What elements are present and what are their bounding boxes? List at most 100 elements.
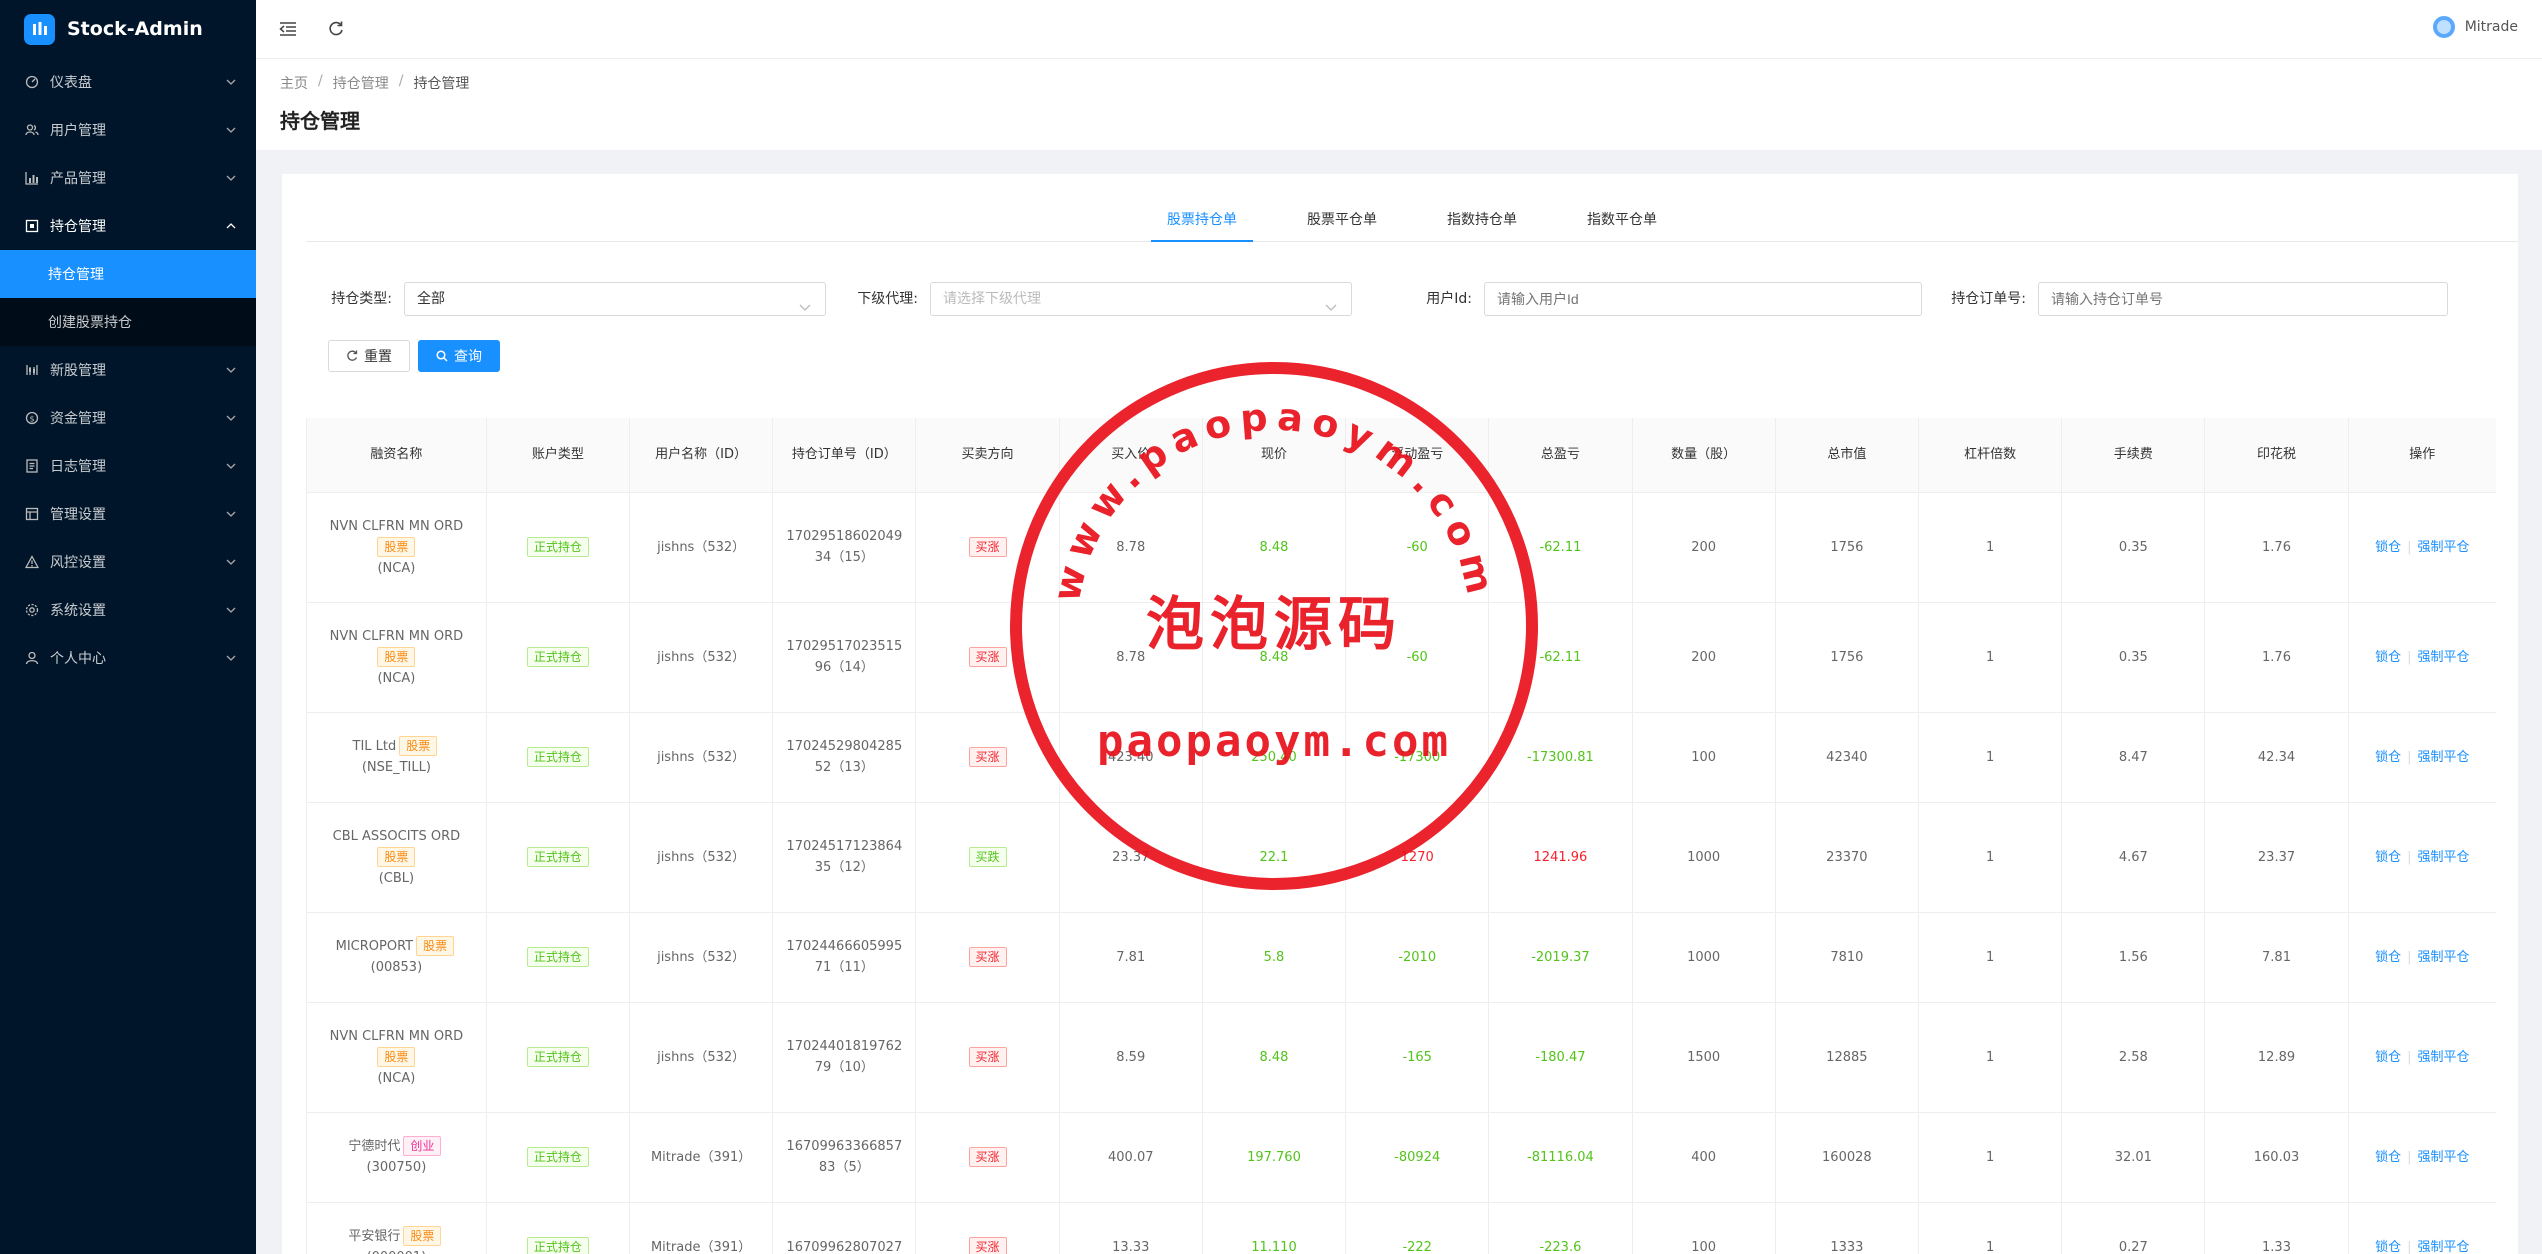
column-header: 用户名称（ID） [629, 418, 774, 493]
sidebar-item-risk-settings[interactable]: 风控设置 [0, 538, 256, 586]
position-type-select[interactable]: 全部 [404, 282, 826, 316]
cell-user: Mitrade（391） [629, 1202, 774, 1254]
table-row: NVN CLFRN MN ORD股票 (NCA) 正式持仓 jishns（532） 17… [307, 492, 2496, 603]
cell-market-value: 42340 [1775, 712, 1919, 803]
tab-stock-positions[interactable]: 股票持仓单 [1151, 204, 1253, 242]
lock-position-link[interactable]: 锁仓 [2375, 1240, 2401, 1254]
force-close-link[interactable]: 强制平仓 [2418, 750, 2470, 765]
chart-icon [24, 170, 40, 186]
force-close-link[interactable]: 强制平仓 [2418, 650, 2470, 665]
agent-select[interactable]: 请选择下级代理 [930, 282, 1352, 316]
stock-code: (NCA) [377, 1070, 416, 1086]
stock-code: (NCA) [377, 560, 416, 576]
order-number: 17024529804285 [786, 739, 903, 754]
cell-floating-pnl: -60 [1345, 492, 1490, 603]
cell-account-type: 正式持仓 [486, 712, 631, 803]
lock-position-link[interactable]: 锁仓 [2375, 650, 2401, 665]
tab-index-closed[interactable]: 指数平仓单 [1571, 204, 1673, 242]
cell-direction: 买涨 [915, 912, 1060, 1003]
force-close-link[interactable]: 强制平仓 [2418, 1150, 2470, 1165]
position-type-label: 持仓类型: [331, 291, 392, 307]
sidebar-item-ipo[interactable]: 新股管理 [0, 346, 256, 394]
cell-market-value: 23370 [1775, 802, 1919, 913]
cell-floating-pnl: -17300 [1345, 712, 1490, 803]
top-header: Mitrade [256, 0, 2542, 58]
cell-buy-price: 23.37 [1059, 802, 1203, 913]
cell-user: Mitrade（391） [629, 1112, 774, 1203]
stock-name: NVN CLFRN MN ORD [329, 628, 464, 644]
reset-icon [347, 350, 358, 361]
force-close-link[interactable]: 强制平仓 [2418, 1240, 2470, 1254]
cell-total-pnl: -223.6 [1488, 1202, 1633, 1254]
cell-order: 17024466605995 71（11） [772, 912, 917, 1003]
action-divider: | [2407, 1149, 2412, 1165]
user-id-input[interactable] [1484, 282, 1922, 316]
sidebar-item-products[interactable]: 产品管理 [0, 154, 256, 202]
sidebar-item-funds[interactable]: $ 资金管理 [0, 394, 256, 442]
order-number-input[interactable] [2038, 282, 2448, 316]
stock-type-badge: 创业 [403, 1136, 442, 1156]
force-close-link[interactable]: 强制平仓 [2418, 850, 2470, 865]
sidebar-item-dashboard[interactable]: 仪表盘 [0, 58, 256, 106]
cell-leverage: 1 [1918, 1202, 2063, 1254]
content-card: 股票持仓单 股票平仓单 指数持仓单 指数平仓单 持仓类型: 全部 下级代理: 请… [282, 174, 2518, 1254]
force-close-link[interactable]: 强制平仓 [2418, 950, 2470, 965]
breadcrumb-positions[interactable]: 持仓管理 [333, 73, 389, 93]
force-close-link[interactable]: 强制平仓 [2418, 540, 2470, 555]
cell-current-price: 8.48 [1202, 1002, 1347, 1113]
cell-fee: 4.67 [2061, 802, 2206, 913]
cell-total-pnl: -62.11 [1488, 492, 1633, 603]
sidebar-subitem-position-management[interactable]: 持仓管理 [0, 250, 256, 298]
force-close-link[interactable]: 强制平仓 [2418, 1050, 2470, 1065]
order-id: 35（12） [814, 860, 874, 875]
cell-floating-pnl: -60 [1345, 602, 1490, 713]
action-divider: | [2407, 539, 2412, 555]
cell-actions: 锁仓 | 强制平仓 [2348, 1112, 2496, 1203]
lock-position-link[interactable]: 锁仓 [2375, 850, 2401, 865]
breadcrumb-home[interactable]: 主页 [280, 73, 308, 93]
column-header: 买卖方向 [915, 418, 1060, 493]
cell-total-pnl: -2019.37 [1488, 912, 1633, 1003]
column-header: 融资名称 [307, 418, 487, 493]
cell-direction: 买涨 [915, 602, 1060, 713]
sidebar-item-profile[interactable]: 个人中心 [0, 634, 256, 682]
cell-user: jishns（532） [629, 712, 774, 803]
account-type-badge: 正式持仓 [526, 1146, 589, 1167]
sidebar-item-logs[interactable]: 日志管理 [0, 442, 256, 490]
dashboard-icon [24, 74, 40, 90]
cell-actions: 锁仓 | 强制平仓 [2348, 602, 2496, 713]
tab-index-positions[interactable]: 指数持仓单 [1431, 204, 1533, 242]
action-divider: | [2407, 949, 2412, 965]
user-menu[interactable]: Mitrade [2432, 16, 2518, 38]
sidebar-item-users[interactable]: 用户管理 [0, 106, 256, 154]
sidebar-subitem-create-stock-position[interactable]: 创建股票持仓 [0, 298, 256, 346]
direction-badge: 买涨 [968, 646, 1007, 667]
lock-position-link[interactable]: 锁仓 [2375, 1050, 2401, 1065]
order-number: 17029517023515 [786, 639, 903, 654]
sidebar-item-system-settings[interactable]: 系统设置 [0, 586, 256, 634]
menu-fold-icon[interactable] [276, 17, 300, 41]
account-type-badge: 正式持仓 [526, 846, 589, 867]
sidebar-item-admin-settings[interactable]: 管理设置 [0, 490, 256, 538]
order-number: 17024401819762 [786, 1039, 903, 1054]
lock-position-link[interactable]: 锁仓 [2375, 540, 2401, 555]
cell-leverage: 1 [1918, 1002, 2063, 1113]
search-button[interactable]: 查询 [418, 340, 500, 372]
tab-stock-closed[interactable]: 股票平仓单 [1291, 204, 1393, 242]
reset-button[interactable]: 重置 [328, 340, 410, 372]
direction-badge: 买涨 [968, 746, 1007, 767]
lock-position-link[interactable]: 锁仓 [2375, 750, 2401, 765]
log-icon [24, 458, 40, 474]
cell-current-price: 8.48 [1202, 602, 1347, 713]
cell-account-type: 正式持仓 [486, 1112, 631, 1203]
cell-quantity: 200 [1632, 492, 1776, 603]
lock-position-link[interactable]: 锁仓 [2375, 950, 2401, 965]
filter-bar: 持仓类型: 全部 下级代理: 请选择下级代理 用户Id: 持仓订单号: [328, 282, 2488, 316]
cell-actions: 锁仓 | 强制平仓 [2348, 912, 2496, 1003]
cell-order: 16709962807027 [772, 1202, 917, 1254]
refresh-icon[interactable] [324, 17, 348, 41]
sidebar-item-positions[interactable]: 持仓管理 [0, 202, 256, 250]
lock-position-link[interactable]: 锁仓 [2375, 1150, 2401, 1165]
logo[interactable]: Stock-Admin [0, 0, 256, 58]
position-type-value: 全部 [417, 291, 445, 307]
